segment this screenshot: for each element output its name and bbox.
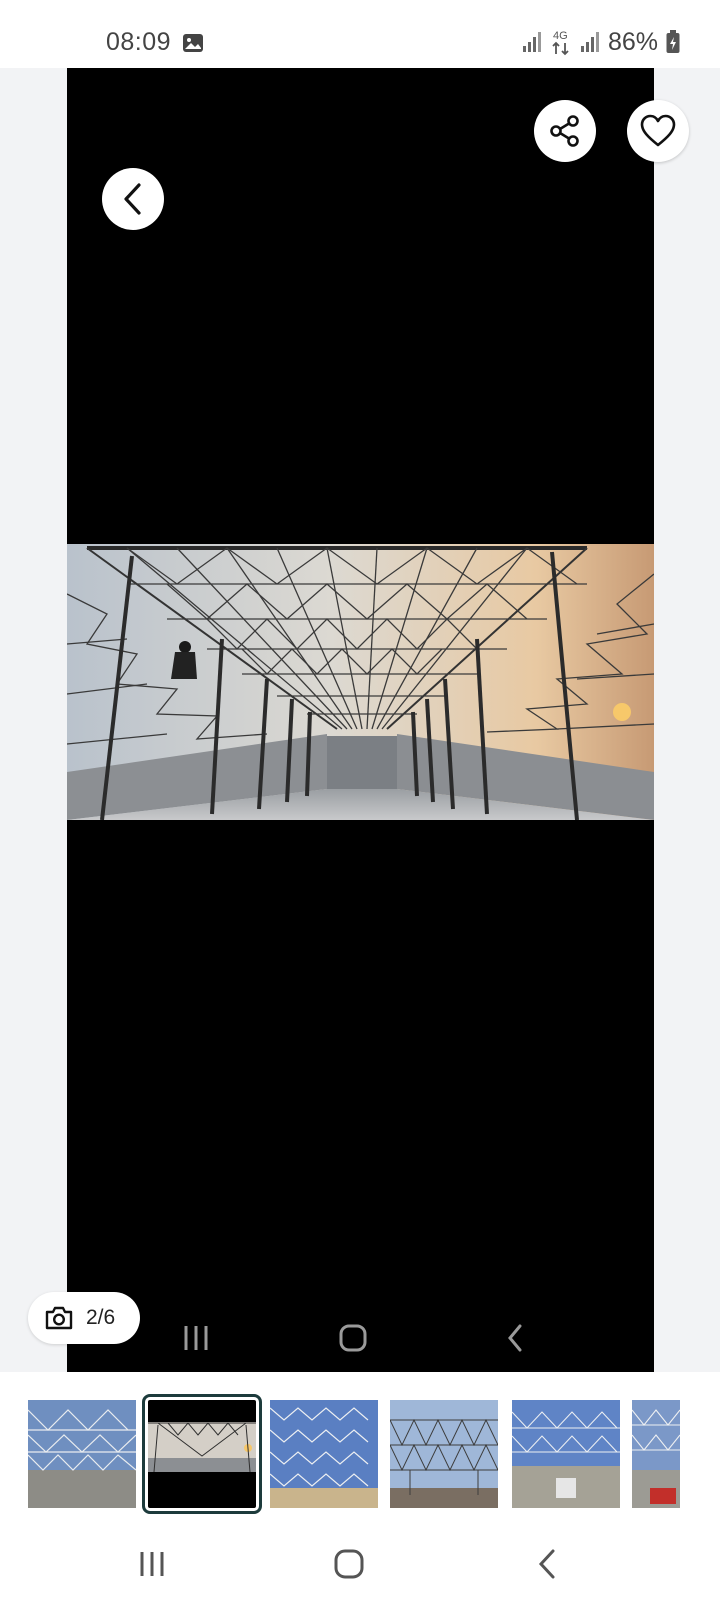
network-type: 4G [553,30,568,42]
home-icon[interactable] [333,1318,373,1358]
main-photo[interactable] [67,544,654,820]
back-icon[interactable] [496,1318,536,1358]
chevron-left-icon [124,183,141,215]
thumbnail-2[interactable] [142,1394,262,1514]
favorite-button[interactable] [627,100,689,162]
share-icon [550,115,579,147]
signal-icon [522,32,541,52]
thumbnail-5[interactable] [512,1400,620,1508]
battery-icon [666,30,680,53]
back-button[interactable] [102,168,164,230]
recents-icon[interactable] [132,1544,172,1584]
thumbnail-6[interactable] [632,1400,680,1508]
gallery-icon [183,34,203,52]
home-icon[interactable] [329,1544,369,1584]
back-icon[interactable] [528,1544,568,1584]
thumbnail-1[interactable] [28,1400,136,1508]
overlay-nav [0,1318,720,1358]
recents-icon[interactable] [176,1318,216,1358]
status-right: 4G 86% [522,26,680,58]
battery-percent: 86% [607,27,658,56]
status-time: 08:09 [106,28,172,56]
data-icon: 4G [552,30,569,56]
thumbnail-3[interactable] [270,1400,378,1508]
share-button[interactable] [534,100,596,162]
status-bar: 08:09 4G 86% [0,0,720,68]
photo-viewer[interactable] [67,68,654,1372]
signal-icon [580,32,599,52]
thumbnail-4[interactable] [390,1400,498,1508]
heart-icon [640,114,676,147]
thumbnail-strip[interactable] [0,1372,720,1520]
system-nav-bar [0,1520,720,1600]
